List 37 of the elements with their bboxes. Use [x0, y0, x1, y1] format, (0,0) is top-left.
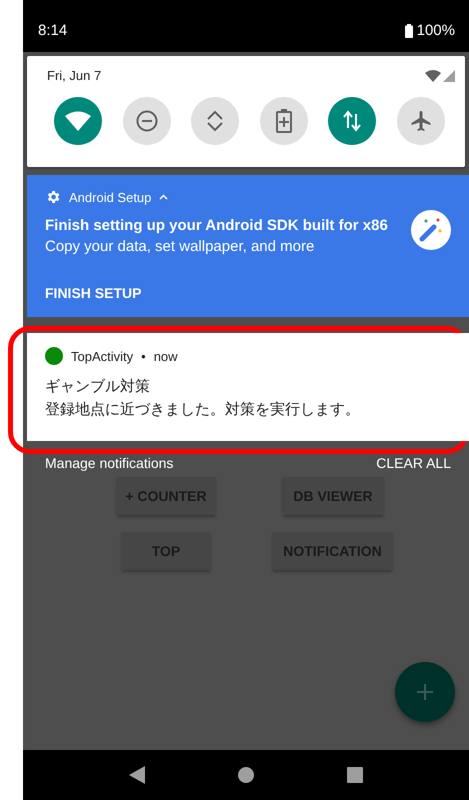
caret-up-icon[interactable]	[159, 194, 168, 200]
quick-tile[interactable]	[396, 97, 445, 145]
app-name: Android Setup	[69, 190, 152, 204]
quick-tile[interactable]	[122, 97, 171, 145]
date-text: Fri, Jun 7	[47, 68, 102, 83]
notification-time: now	[154, 348, 178, 364]
wifi-signal-icon	[425, 70, 441, 82]
back-icon[interactable]	[129, 766, 146, 784]
clock: 8:14	[38, 22, 68, 39]
data-arrows-icon	[343, 110, 362, 132]
finish-setup-button[interactable]: FINISH SETUP	[45, 285, 142, 301]
gear-icon	[45, 189, 61, 205]
battery-plus-icon	[276, 109, 292, 133]
quick-tile[interactable]	[54, 97, 102, 145]
notification-text: Copy your data, set wallpaper, and more	[45, 238, 316, 255]
home-icon[interactable]	[238, 767, 254, 783]
manage-notifications-link[interactable]: Manage notifications	[45, 455, 174, 471]
notification-card[interactable]: TopActivity • now ギャンブル対策 登録地点に近づきました。対策を実行します。	[27, 333, 469, 441]
cell-signal-icon	[443, 70, 455, 82]
clear-all-button[interactable]: CLEAR ALL	[376, 455, 451, 471]
notification-title: ギャンブル対策	[45, 377, 151, 396]
minus-circle-icon	[136, 110, 158, 132]
notification-card[interactable]: Android Setup Finish setting up your Android SDK built for x86 Copy your data, set wallpaper, and more FINISH SETUP	[27, 175, 469, 317]
battery-percent: 100%	[416, 22, 455, 39]
plus-icon	[417, 684, 433, 700]
airplane-icon	[408, 109, 433, 133]
quick-tile[interactable]	[328, 97, 376, 145]
recents-icon[interactable]	[346, 767, 363, 783]
app-name: TopActivity	[71, 348, 134, 364]
notification-title: Finish setting up your Android SDK built for x86	[45, 217, 388, 234]
wifi-icon	[65, 111, 91, 131]
magic-wand-icon	[411, 210, 451, 250]
battery-icon	[404, 24, 413, 38]
notification-text: 登録地点に近づきました。対策を実行します。	[45, 400, 361, 419]
separator-dot: •	[141, 348, 146, 364]
quick-tile[interactable]	[260, 97, 308, 145]
quick-tile[interactable]	[191, 97, 240, 145]
